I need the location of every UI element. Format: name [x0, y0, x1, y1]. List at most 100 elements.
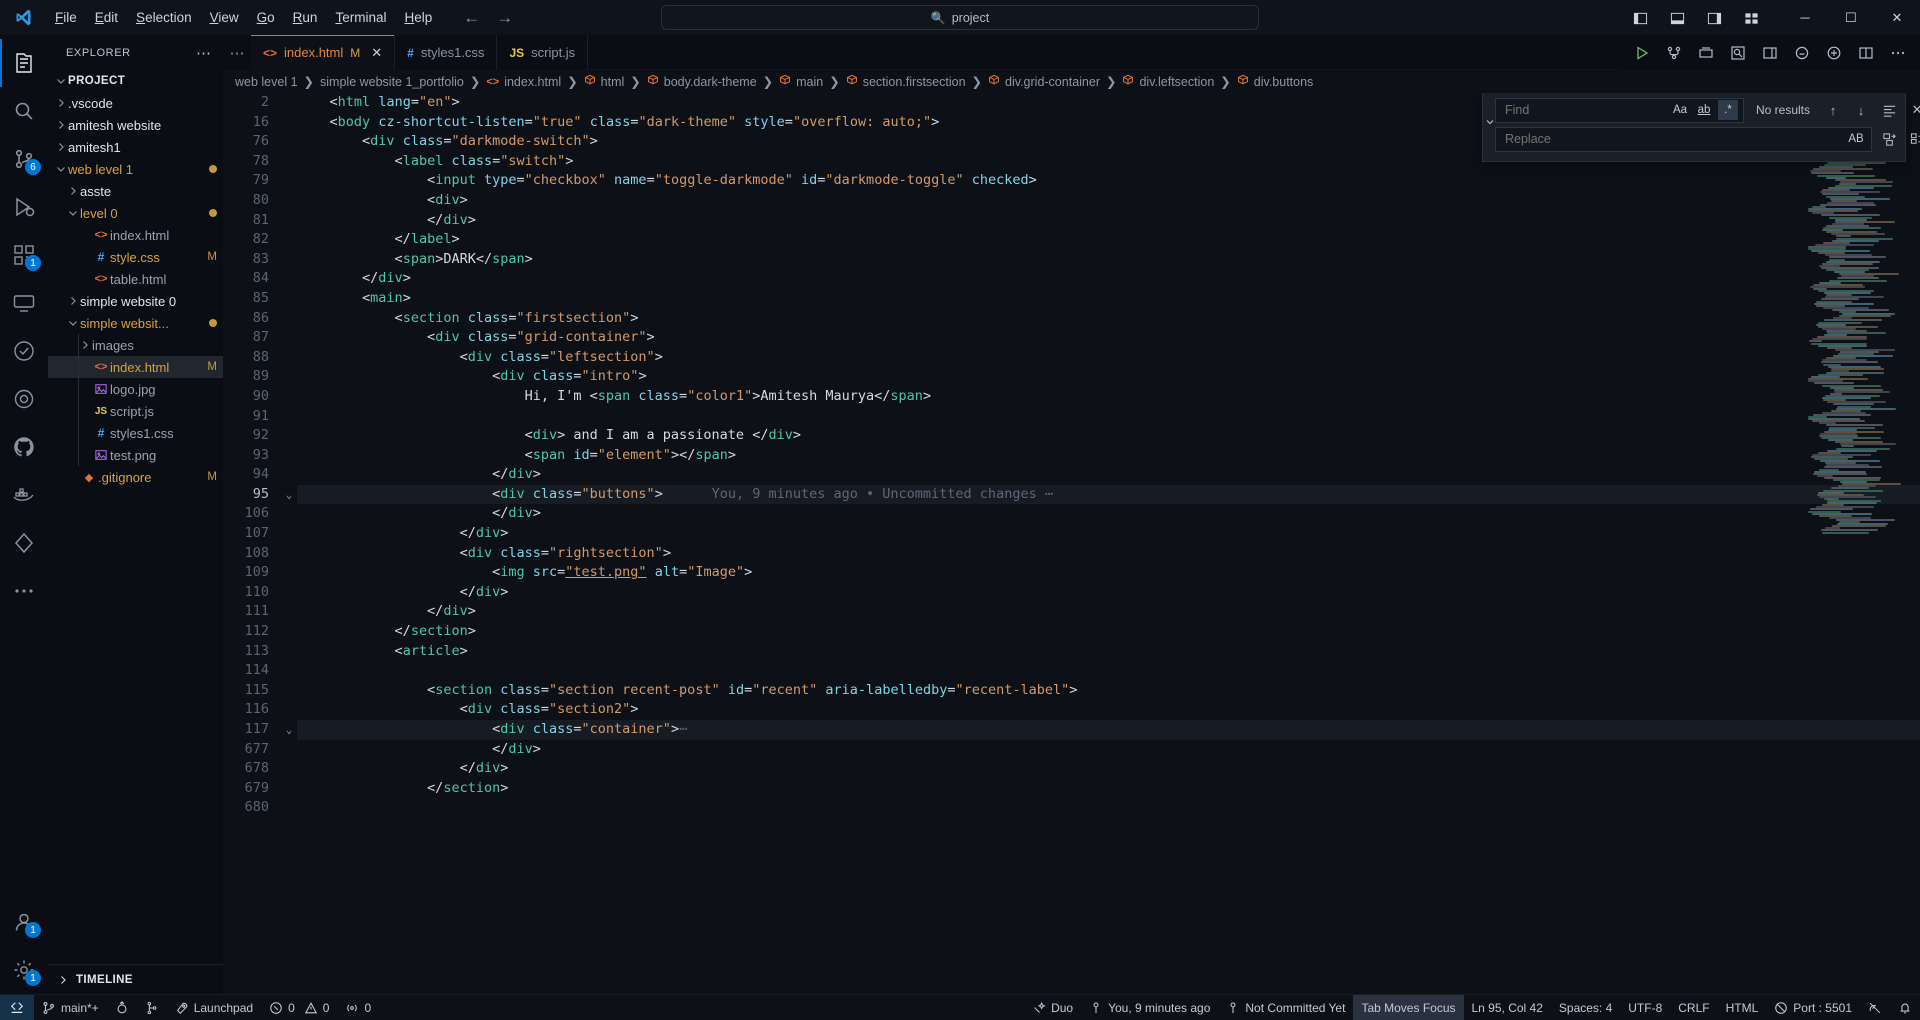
- ellipsis-icon[interactable]: ⋯: [196, 44, 211, 62]
- activity-docker[interactable]: [0, 471, 48, 519]
- activity-gitlens[interactable]: [0, 519, 48, 567]
- minimap[interactable]: [1806, 93, 1906, 994]
- code-line[interactable]: </section>: [297, 779, 1920, 799]
- code-line[interactable]: </label>: [297, 230, 1920, 250]
- code-line[interactable]: <div>: [297, 191, 1920, 211]
- code-line[interactable]: <div class="container">⋯: [297, 720, 1920, 740]
- tab-script-js[interactable]: JS script.js: [497, 35, 589, 70]
- status-tab-moves-focus[interactable]: Tab Moves Focus: [1353, 994, 1464, 1020]
- activity-source-control[interactable]: 6: [0, 135, 48, 183]
- code-line[interactable]: </div>: [297, 759, 1920, 779]
- toggle-panel-icon[interactable]: [1669, 11, 1686, 25]
- find-input[interactable]: [1505, 103, 1666, 117]
- code-line[interactable]: </div>: [297, 583, 1920, 603]
- tree-item--gitignore[interactable]: ◆ .gitignore M: [48, 466, 223, 488]
- use-regex-icon[interactable]: .*: [1718, 100, 1738, 120]
- code-line[interactable]: [297, 661, 1920, 681]
- chevron-down-icon[interactable]: [66, 318, 80, 328]
- toggle-primary-sidebar-icon[interactable]: [1632, 11, 1649, 25]
- tree-item-simple-websit-[interactable]: simple websit...: [48, 312, 223, 334]
- code-line[interactable]: <div class="intro">: [297, 367, 1920, 387]
- code-line[interactable]: [297, 798, 1920, 818]
- status-remote-indicator[interactable]: [0, 994, 34, 1020]
- code-line[interactable]: <section class="firstsection">: [297, 309, 1920, 329]
- toggle-replace-icon[interactable]: [1485, 97, 1495, 155]
- split-editor-icon[interactable]: [1665, 44, 1682, 61]
- tree-item-styles1-css[interactable]: # styles1.css: [48, 422, 223, 444]
- customize-layout-icon[interactable]: [1743, 11, 1760, 25]
- layout-controls[interactable]: [1632, 11, 1760, 25]
- code-line[interactable]: </section>: [297, 622, 1920, 642]
- code-line[interactable]: <main>: [297, 289, 1920, 309]
- code-line[interactable]: <span id="element"></span>: [297, 446, 1920, 466]
- code-line[interactable]: </div>: [297, 602, 1920, 622]
- breadcrumb-item-simple-website-1-portfolio[interactable]: simple website 1_portfolio: [320, 75, 464, 89]
- breadcrumb-item-div-grid-container[interactable]: div.grid-container: [988, 74, 1100, 89]
- timeline-section[interactable]: TIMELINE: [48, 964, 223, 994]
- run-icon[interactable]: [1633, 44, 1650, 61]
- chevron-right-icon[interactable]: [66, 296, 80, 306]
- code-line[interactable]: <span>DARK</span>: [297, 250, 1920, 270]
- chevron-down-icon[interactable]: [66, 208, 80, 218]
- status-language-mode[interactable]: HTML: [1718, 995, 1767, 1020]
- code-line[interactable]: <input type="checkbox" name="toggle-dark…: [297, 171, 1920, 191]
- activity-manage-settings[interactable]: 1: [0, 946, 48, 994]
- replace-icon[interactable]: [1878, 128, 1900, 150]
- activity-copilot[interactable]: [0, 375, 48, 423]
- tree-item-images[interactable]: images: [48, 334, 223, 356]
- tree-item-simple-website-0[interactable]: simple website 0: [48, 290, 223, 312]
- tree-item-logo-jpg[interactable]: logo.jpg: [48, 378, 223, 400]
- code-editor[interactable]: 2 16 76 78 79 80 81 82 83 84 85 86 87 88 89 90 91 92 93 94 9…: [223, 93, 1920, 994]
- close-icon[interactable]: ✕: [1906, 99, 1920, 121]
- menu-selection[interactable]: Selection: [127, 7, 201, 28]
- status-live-server-port[interactable]: Port : 5501: [1766, 995, 1860, 1020]
- breadcrumb-item-body-dark-theme[interactable]: body.dark-theme: [647, 74, 757, 89]
- tree-item-table-html[interactable]: <> table.html: [48, 268, 223, 290]
- layout-icon[interactable]: [1761, 44, 1778, 61]
- status-cursor-position[interactable]: Ln 95, Col 42: [1464, 995, 1551, 1020]
- activity-explorer[interactable]: [0, 39, 48, 87]
- tree-item-script-js[interactable]: JS script.js: [48, 400, 223, 422]
- replace-input-wrapper[interactable]: AB: [1495, 126, 1873, 152]
- activity-run-debug[interactable]: [0, 183, 48, 231]
- activity-github[interactable]: [0, 423, 48, 471]
- code-line[interactable]: <div class="section2">: [297, 700, 1920, 720]
- code-line[interactable]: <section class="section recent-post" id=…: [297, 681, 1920, 701]
- split-icon[interactable]: [1857, 44, 1874, 61]
- breadcrumb-item-section-firstsection[interactable]: section.firstsection: [846, 74, 966, 89]
- status-duo[interactable]: Duo: [1024, 995, 1081, 1020]
- menu-run[interactable]: Run: [284, 7, 327, 28]
- minimize-button[interactable]: ─: [1782, 0, 1828, 35]
- activity-more-views[interactable]: [0, 567, 48, 615]
- navigation-arrows[interactable]: ← →: [463, 9, 513, 26]
- status-notifications[interactable]: [1890, 995, 1920, 1020]
- code-line[interactable]: <div class="leftsection">: [297, 348, 1920, 368]
- menu-view[interactable]: View: [201, 7, 248, 28]
- match-case-icon[interactable]: Aa: [1670, 100, 1690, 120]
- preserve-case-icon[interactable]: AB: [1846, 129, 1866, 149]
- arrow-left-icon[interactable]: ←: [463, 9, 480, 26]
- copilot-icon[interactable]: [1793, 44, 1810, 61]
- fold-chevron-icon[interactable]: ⌄: [281, 720, 297, 740]
- editor-actions[interactable]: [1619, 35, 1920, 70]
- whole-word-icon[interactable]: ab: [1694, 100, 1714, 120]
- breadcrumb[interactable]: web level 1 ❯ simple website 1_portfolio ❯ <…: [223, 70, 1920, 93]
- tree-item-web-level-1[interactable]: web level 1: [48, 158, 223, 180]
- status-ports[interactable]: 0: [337, 995, 379, 1020]
- status-encoding[interactable]: UTF-8: [1620, 995, 1670, 1020]
- previous-match-icon[interactable]: ↑: [1822, 99, 1844, 121]
- find-replace-widget[interactable]: Aa ab .* No results ↑ ↓ ✕: [1482, 93, 1920, 162]
- fold-chevron-icon[interactable]: ⌄: [281, 485, 297, 505]
- activity-extensions[interactable]: 1: [0, 231, 48, 279]
- tree-item-amitesh-website[interactable]: amitesh website: [48, 114, 223, 136]
- tree-item-index-html[interactable]: <> index.html M: [48, 356, 223, 378]
- activity-accounts[interactable]: 1: [0, 898, 48, 946]
- tab-index-html[interactable]: <> index.html M ✕: [251, 35, 396, 70]
- chevron-right-icon[interactable]: [54, 98, 68, 108]
- replace-row[interactable]: AB: [1495, 126, 1920, 152]
- status-commit-state[interactable]: Not Committed Yet: [1218, 995, 1353, 1020]
- find-in-selection-icon[interactable]: [1878, 99, 1900, 121]
- activity-testing[interactable]: [0, 327, 48, 375]
- status-blame-author[interactable]: You, 9 minutes ago: [1081, 995, 1218, 1020]
- menu-edit[interactable]: Edit: [86, 7, 127, 28]
